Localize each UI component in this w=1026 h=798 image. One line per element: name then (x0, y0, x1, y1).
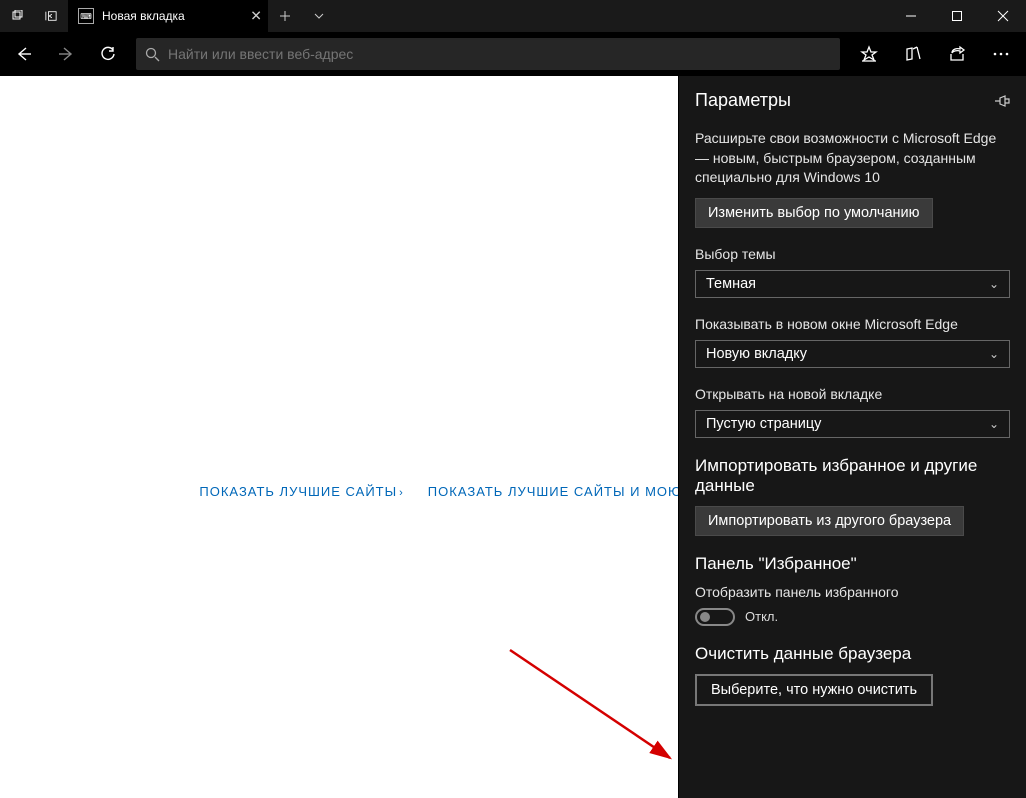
reading-view-icon[interactable] (892, 34, 934, 74)
browser-tab[interactable]: ⌨ Новая вкладка ✕ (68, 0, 268, 32)
share-icon[interactable] (936, 34, 978, 74)
more-menu-icon[interactable] (980, 34, 1022, 74)
new-tab-select[interactable]: Пустую страницу ⌄ (695, 410, 1010, 438)
cascade-windows-icon[interactable] (0, 0, 34, 32)
theme-label: Выбор темы (695, 246, 1010, 262)
panel-title: Параметры (695, 90, 791, 111)
choose-what-to-clear-button[interactable]: Выберите, что нужно очистить (695, 674, 933, 706)
chevron-down-icon: ⌄ (989, 347, 999, 361)
window-controls (888, 0, 1026, 32)
clear-data-section: Очистить данные браузера Выберите, что н… (695, 644, 1010, 706)
favorites-star-icon[interactable] (848, 34, 890, 74)
favorites-bar-toggle[interactable] (695, 608, 735, 626)
show-top-sites-link[interactable]: ПОКАЗАТЬ ЛУЧШИЕ САЙТЫ› (199, 484, 403, 499)
promo-text: Расширьте свои возможности с Microsoft E… (695, 129, 1010, 188)
favorites-bar-state: Откл. (745, 609, 778, 624)
favorites-bar-section: Панель "Избранное" Отобразить панель изб… (695, 554, 1010, 626)
import-heading: Импортировать избранное и другие данные (695, 456, 1010, 496)
chevron-right-icon: › (399, 487, 404, 499)
tab-title: Новая вкладка (102, 9, 185, 23)
import-section: Импортировать избранное и другие данные … (695, 456, 1010, 536)
pin-icon[interactable] (994, 93, 1010, 109)
import-button[interactable]: Импортировать из другого браузера (695, 506, 964, 536)
forward-button[interactable] (46, 34, 86, 74)
chevron-down-icon: ⌄ (989, 277, 999, 291)
open-with-select[interactable]: Новую вкладку ⌄ (695, 340, 1010, 368)
favorites-bar-label: Отобразить панель избранного (695, 584, 1010, 600)
new-tab-section: Открывать на новой вкладке Пустую страни… (695, 386, 1010, 438)
clear-data-heading: Очистить данные браузера (695, 644, 1010, 664)
toolbar (0, 32, 1026, 76)
theme-value: Темная (706, 276, 756, 292)
search-icon (136, 47, 168, 62)
refresh-button[interactable] (88, 34, 128, 74)
chevron-down-icon: ⌄ (989, 417, 999, 431)
close-tab-icon[interactable]: ✕ (250, 8, 262, 25)
back-button[interactable] (4, 34, 44, 74)
settings-panel: Параметры Расширьте свои возможности с M… (678, 76, 1026, 798)
open-with-section: Показывать в новом окне Microsoft Edge Н… (695, 316, 1010, 368)
address-input[interactable] (168, 46, 840, 62)
promo-section: Расширьте свои возможности с Microsoft E… (695, 129, 1010, 228)
tab-favicon: ⌨ (78, 8, 94, 24)
titlebar: ⌨ Новая вкладка ✕ (0, 0, 1026, 32)
tabs-overview-icon[interactable] (302, 0, 336, 32)
theme-select[interactable]: Темная ⌄ (695, 270, 1010, 298)
address-bar[interactable] (136, 38, 840, 70)
minimize-button[interactable] (888, 0, 934, 32)
change-default-button[interactable]: Изменить выбор по умолчанию (695, 198, 933, 228)
set-aside-tabs-icon[interactable] (34, 0, 68, 32)
open-with-value: Новую вкладку (706, 346, 807, 362)
favorites-bar-heading: Панель "Избранное" (695, 554, 1010, 574)
close-window-button[interactable] (980, 0, 1026, 32)
maximize-button[interactable] (934, 0, 980, 32)
theme-section: Выбор темы Темная ⌄ (695, 246, 1010, 298)
new-tab-value: Пустую страницу (706, 416, 821, 432)
open-with-label: Показывать в новом окне Microsoft Edge (695, 316, 1010, 332)
new-tab-label: Открывать на новой вкладке (695, 386, 1010, 402)
new-tab-button[interactable] (268, 0, 302, 32)
